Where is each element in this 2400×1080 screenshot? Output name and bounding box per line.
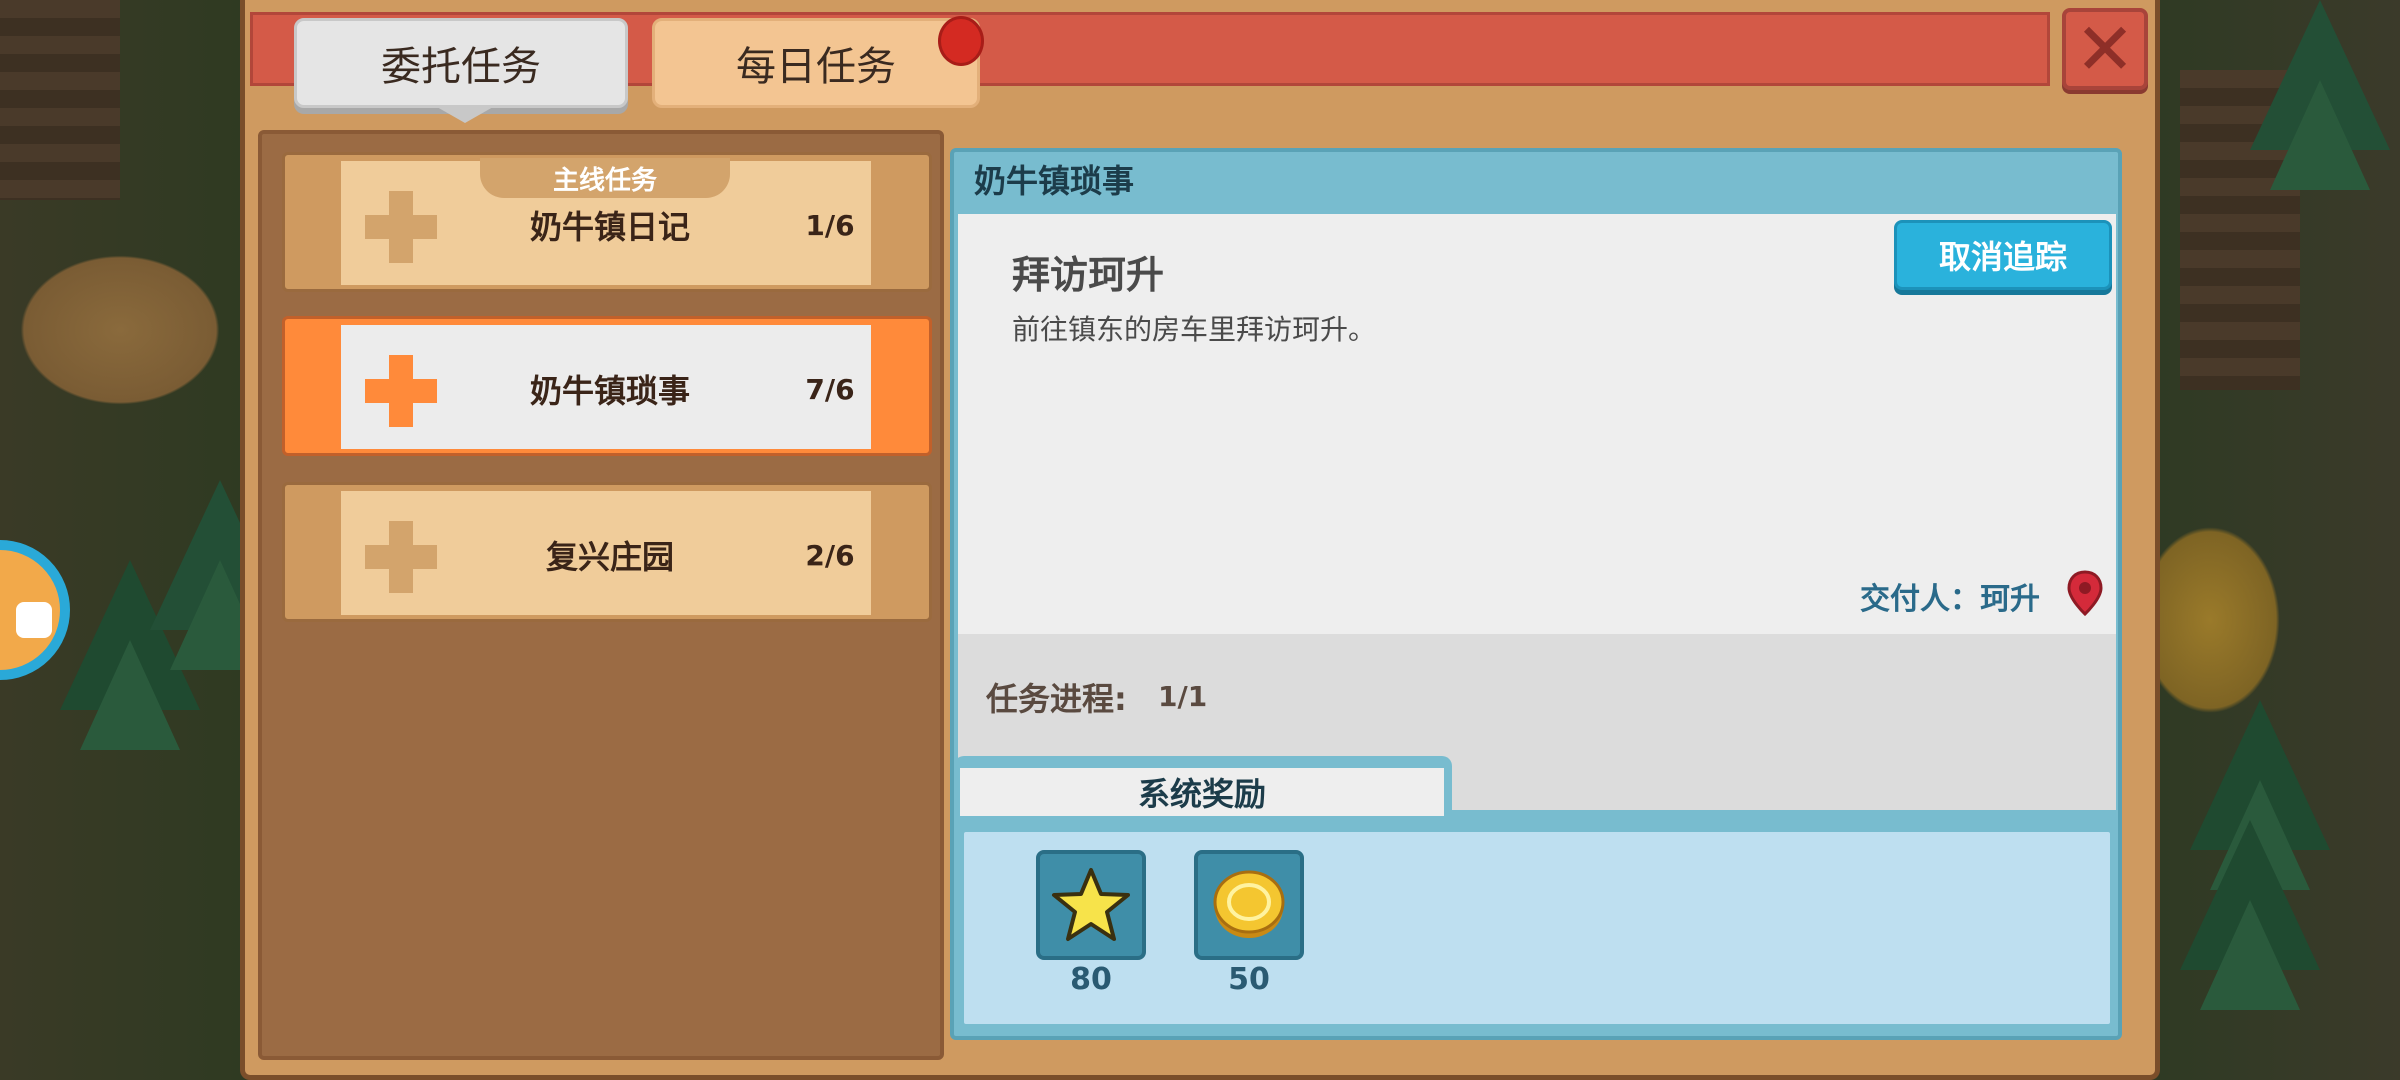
progress-section <box>958 634 2116 754</box>
reward-amount: 50 <box>1228 962 1270 997</box>
tab-commission-tasks[interactable]: 委托任务 <box>294 18 628 123</box>
plus-icon <box>365 521 437 593</box>
quest-step-title: 拜访珂升 <box>1012 253 1165 297</box>
tab-daily-tasks[interactable]: 每日任务 <box>652 18 980 108</box>
quest-item[interactable]: 复兴庄园 2/6 <box>282 482 932 622</box>
quest-progress: 1/6 <box>805 208 855 242</box>
reward-item[interactable] <box>1036 850 1146 960</box>
gold-coin-icon <box>1213 870 1285 938</box>
reward-amount: 80 <box>1070 962 1112 997</box>
quest-detail-title: 奶牛镇琐事 <box>974 162 1135 200</box>
location-pin-icon[interactable] <box>2066 570 2104 616</box>
plus-icon <box>365 355 437 427</box>
quest-step-description: 前往镇东的房车里拜访珂升。 <box>1012 313 1377 346</box>
reward-tab[interactable]: 系统奖励 <box>954 756 1452 816</box>
quest-giver: 交付人：珂升 <box>1860 582 2040 617</box>
reward-item[interactable] <box>1194 850 1304 960</box>
progress-value: 1/1 <box>1158 680 1208 713</box>
quest-category-label: 主线任务 <box>480 158 730 198</box>
pine-tree <box>2250 0 2390 190</box>
tab-label: 每日任务 <box>736 44 896 90</box>
quest-item-selected[interactable]: 奶牛镇琐事 7/6 <box>282 316 932 456</box>
tab-label: 委托任务 <box>381 44 541 90</box>
notification-badge <box>938 16 984 66</box>
star-icon <box>1052 868 1130 941</box>
quest-name: 奶牛镇琐事 <box>529 372 690 410</box>
close-icon: ✕ <box>2074 7 2136 91</box>
reward-tab-label: 系统奖励 <box>960 768 1444 816</box>
dice-icon <box>16 602 52 638</box>
quest-progress: 2/6 <box>805 538 855 572</box>
quest-progress: 7/6 <box>805 372 855 406</box>
quest-name: 复兴庄园 <box>545 538 674 576</box>
plus-icon <box>365 191 437 263</box>
pine-tree <box>2180 820 2320 1010</box>
close-button[interactable]: ✕ <box>2062 8 2148 90</box>
progress-label: 任务进程: <box>986 680 1127 718</box>
cancel-tracking-button[interactable]: 取消追踪 <box>1894 220 2112 290</box>
cliff-texture <box>0 0 120 200</box>
